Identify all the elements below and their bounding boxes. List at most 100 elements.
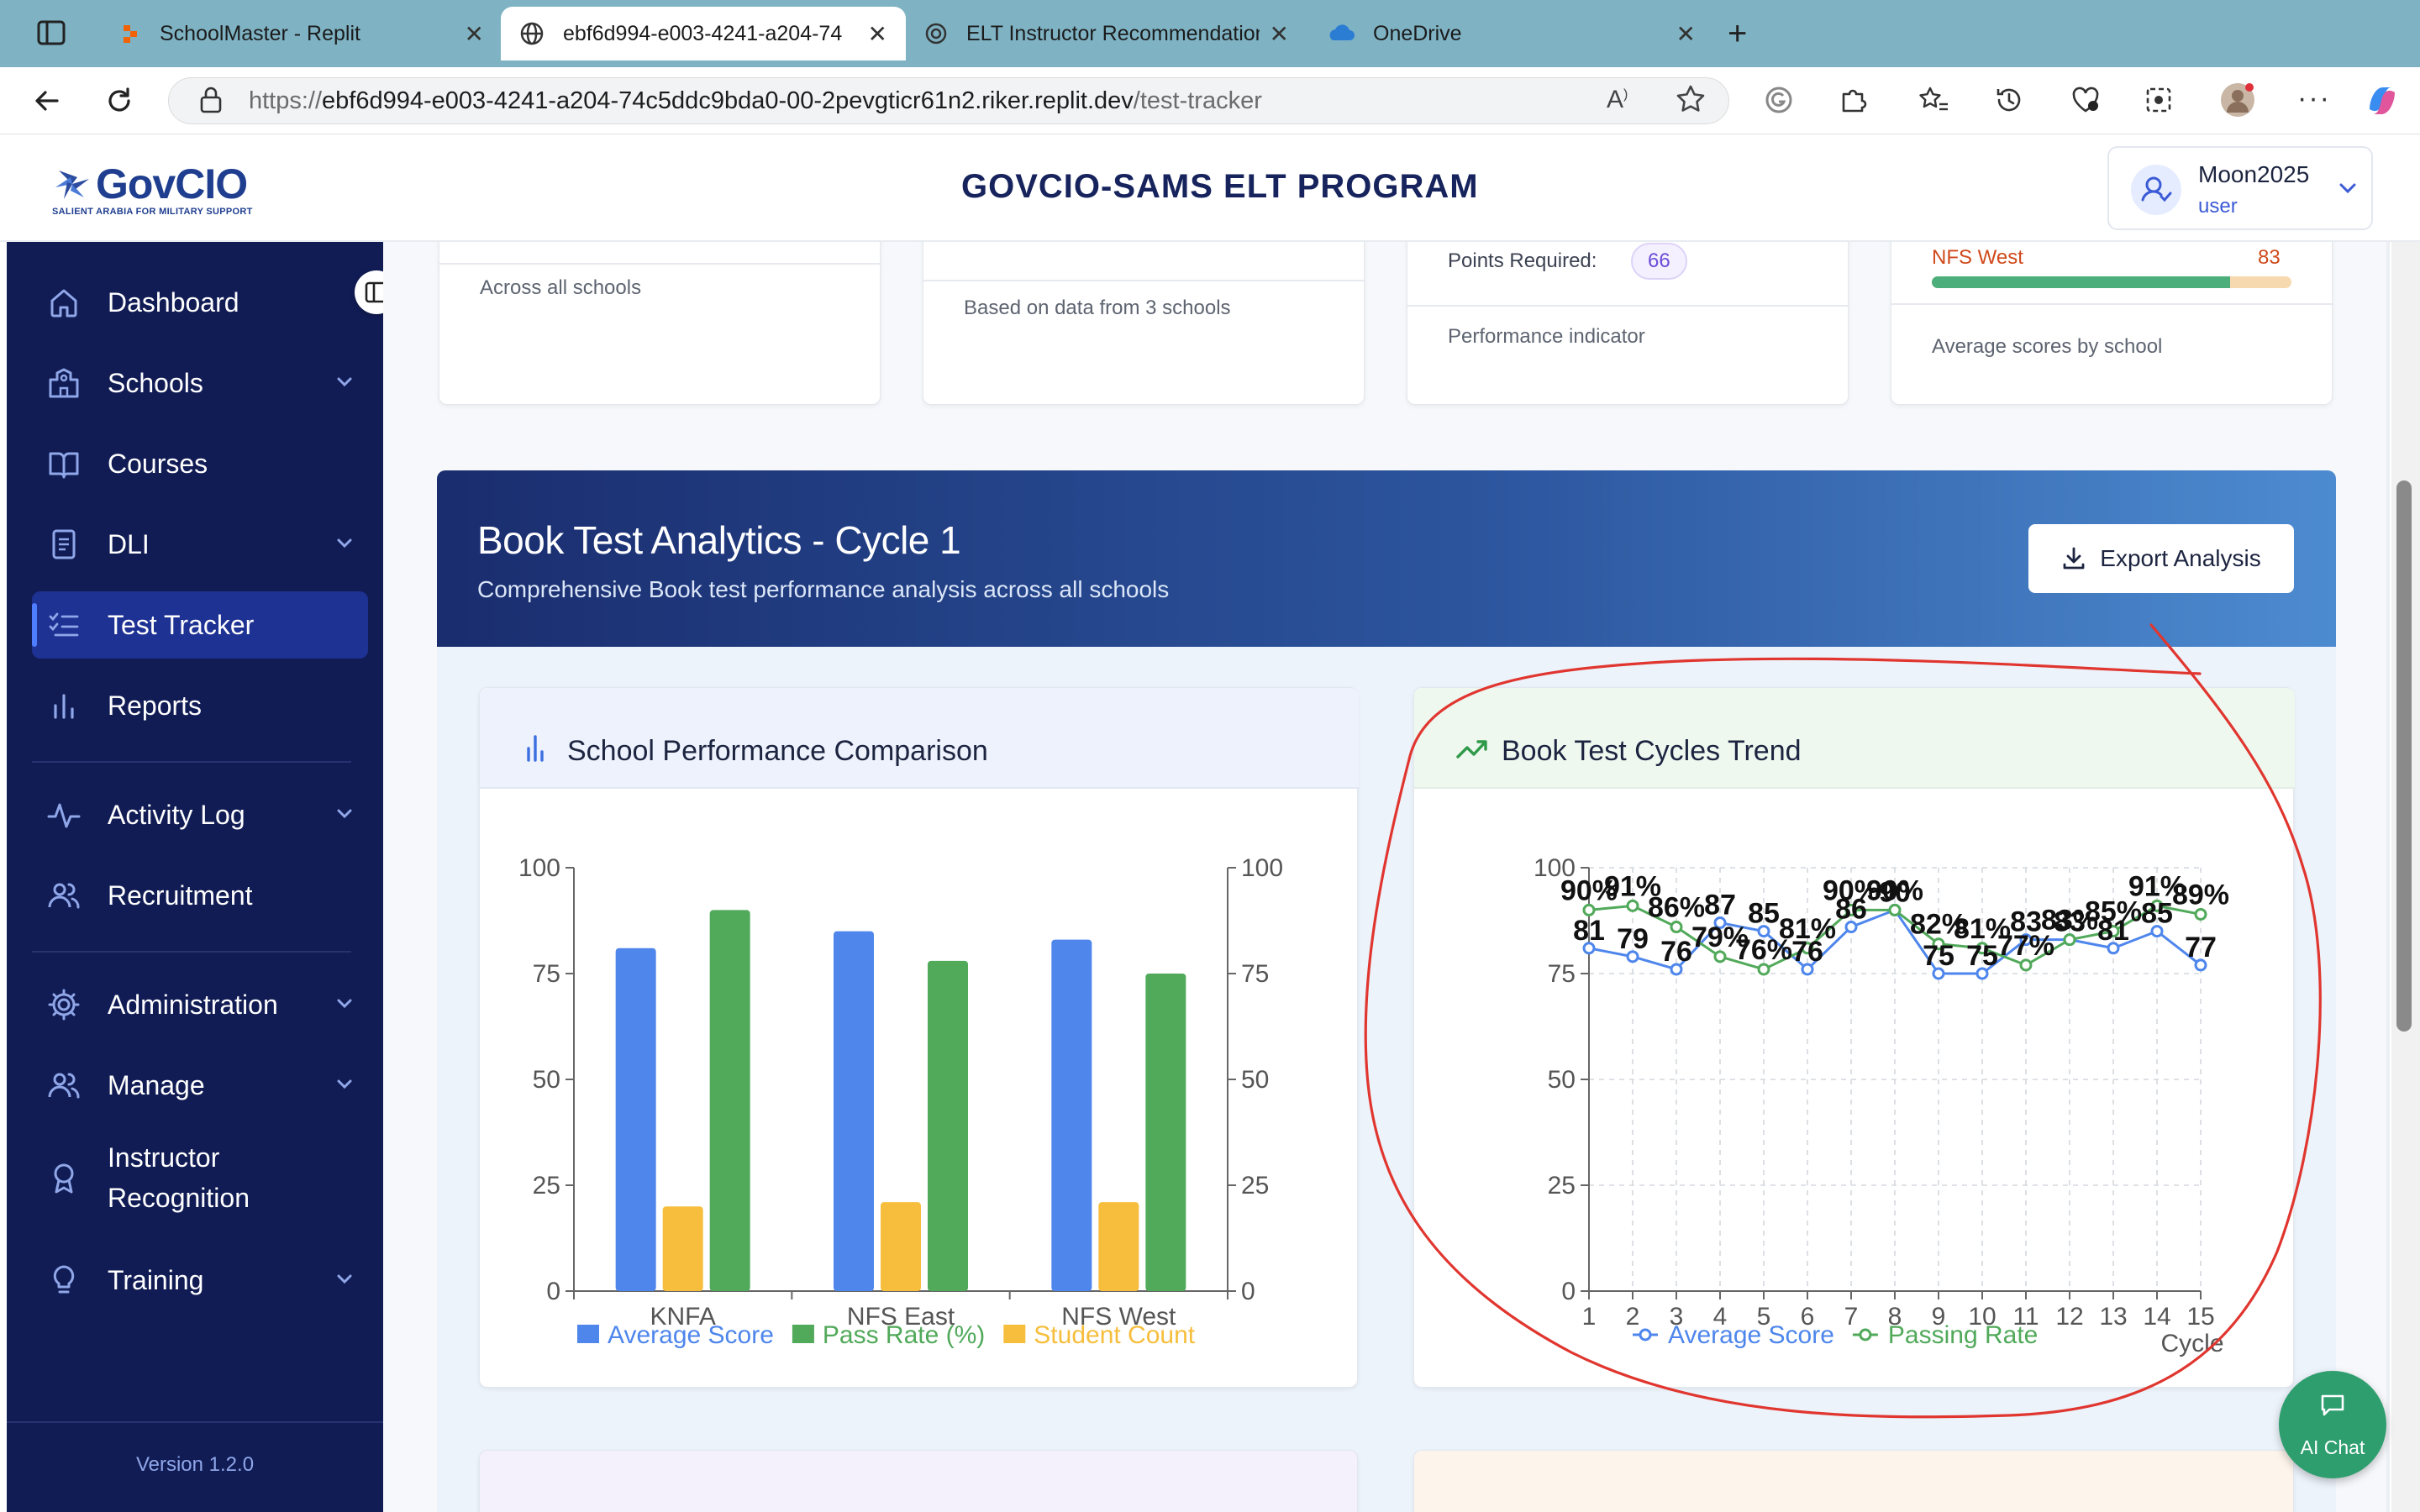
stat-card-average: Across all schools (439, 242, 881, 405)
legend-label: Pass Rate (%) (823, 1321, 985, 1349)
sidebar-item-courses[interactable]: Courses (32, 430, 368, 497)
y-tick-label: 25 (533, 1172, 560, 1200)
tab-elt-instructor[interactable]: ELT Instructor Recommendation ✕ (906, 7, 1307, 60)
browser-tab-bar: SchoolMaster - Replit ✕ ebf6d994-e003-42… (0, 0, 2420, 67)
stat-card-pass-rate: Based on data from 3 schools (923, 242, 1365, 405)
close-tab-icon[interactable]: ✕ (868, 20, 887, 48)
close-tab-icon[interactable]: ✕ (1270, 20, 1289, 48)
sidebar-item-dashboard[interactable]: Dashboard (32, 269, 368, 336)
sidebar-item-training[interactable]: Training (32, 1247, 368, 1314)
export-analysis-button[interactable]: Export Analysis (2028, 524, 2294, 593)
y-tick-label-right: 0 (1241, 1278, 1255, 1305)
progress-fill (1932, 276, 2231, 288)
close-tab-icon[interactable]: ✕ (1676, 20, 1696, 48)
home-icon (44, 286, 84, 319)
govcio-logo[interactable]: GovCIO SALIENT ARABIA FOR MILITARY SUPPO… (52, 160, 253, 217)
page-title: GOVCIO-SAMS ELT PROGRAM (961, 168, 1479, 205)
school-score: 83 (2258, 246, 2281, 269)
sidebar-item-label: Schools (108, 367, 203, 398)
analytics-subtitle: Comprehensive Book test performance anal… (477, 576, 1170, 602)
url-text[interactable]: https://ebf6d994-e003-4241-a204-74c5ddc9… (249, 87, 1262, 115)
openai-icon (924, 22, 948, 45)
sidebar-item-schools[interactable]: Schools (32, 349, 368, 417)
close-tab-icon[interactable]: ✕ (465, 20, 484, 48)
chevron-down-icon (2338, 181, 2358, 195)
bar-student-count (1098, 1202, 1139, 1291)
grammarly-icon[interactable] (1765, 86, 1793, 114)
legend-swatch (577, 1325, 599, 1343)
new-tab-icon[interactable]: + (1728, 15, 1747, 53)
tab-title: SchoolMaster - Replit (160, 21, 360, 45)
sidebar-divider (7, 1421, 383, 1423)
analytics-title: Book Test Analytics - Cycle 1 (477, 518, 961, 562)
stat-card-school-scores: NFS West 83 Average scores by school (1891, 242, 2333, 405)
y-tick-label-right: 25 (1241, 1172, 1269, 1200)
y-tick-label: 0 (546, 1278, 560, 1305)
reload-icon[interactable] (104, 86, 134, 116)
bar-student-count (881, 1202, 921, 1291)
bar-average-score (615, 948, 656, 1291)
bar-average-score (834, 931, 874, 1291)
back-icon[interactable] (32, 86, 62, 116)
document-icon (44, 528, 84, 561)
sidebar-item-instructor-recognition[interactable]: Instructor Recognition (32, 1131, 368, 1225)
sidebar-item-label: DLI (108, 528, 150, 559)
more-options-icon[interactable]: ··· (2297, 82, 2331, 115)
points-required-badge: 66 (1631, 243, 1687, 280)
logo-mark-icon (52, 165, 92, 202)
legend-label: Student Count (1034, 1321, 1195, 1349)
chevron-down-icon (334, 371, 355, 391)
sidebar-item-activity-log[interactable]: Activity Log (32, 781, 368, 848)
y-tick-label: 100 (518, 854, 560, 882)
bar-chart: 0 025 2550 5075 75100 100KNFA NFS East NFS West… (518, 854, 1283, 1349)
scrollbar-track[interactable] (2386, 242, 2390, 1512)
tab-onedrive[interactable]: OneDrive ✕ (1307, 7, 1714, 60)
sidebar-item-label: Dashboard (108, 286, 239, 318)
browser-essentials-icon[interactable] (2070, 86, 2101, 114)
sidebar-divider (32, 761, 351, 763)
annotation-circle (1364, 623, 2322, 1419)
sidebar-item-administration[interactable]: Administration (32, 971, 368, 1038)
legend-label: Average Score (608, 1321, 774, 1349)
next-card-right (1413, 1450, 2294, 1512)
onedrive-icon (1326, 24, 1355, 44)
sidebar-item-reports[interactable]: Reports (32, 672, 368, 739)
favorite-star-icon[interactable] (1676, 84, 1706, 114)
user-role: user (2198, 195, 2238, 218)
favorites-icon[interactable] (1919, 86, 1949, 114)
card-footer-text: Average scores by school (1932, 335, 2163, 358)
ai-chat-button[interactable]: AI Chat (2279, 1371, 2386, 1478)
lock-icon[interactable] (198, 86, 224, 114)
tab-schoolmaster[interactable]: SchoolMaster - Replit ✕ (101, 7, 502, 60)
user-menu[interactable]: Moon2025 user (2107, 146, 2373, 230)
chevron-down-icon (334, 533, 355, 553)
sidebar-item-recruitment[interactable]: Recruitment (32, 862, 368, 929)
sidebar-item-label: Training (108, 1264, 204, 1295)
screenshot-icon[interactable] (2144, 86, 2173, 114)
sidebar-item-test-tracker[interactable]: Test Tracker (32, 591, 368, 659)
page-scrollbar[interactable] (2391, 242, 2420, 1512)
checklist-icon (44, 608, 84, 642)
sidebar-item-dli[interactable]: DLI (32, 511, 368, 578)
copilot-icon[interactable] (2363, 82, 2402, 119)
bar-pass-rate- (1145, 974, 1186, 1291)
lightbulb-icon (44, 1263, 84, 1297)
extensions-icon[interactable] (1839, 86, 1867, 114)
profile-avatar-icon[interactable] (2218, 81, 2257, 119)
tab-active[interactable]: ebf6d994-e003-4241-a204-74 ✕ (501, 7, 906, 60)
scrollbar-thumb[interactable] (2396, 480, 2412, 1032)
card-divider (1407, 305, 1849, 307)
sidebar-item-manage[interactable]: Manage (32, 1052, 368, 1119)
school-performance-card: School Performance Comparison 0 0 25 25 50 50… (479, 687, 1359, 1388)
app-header: GovCIO SALIENT ARABIA FOR MILITARY SUPPO… (0, 134, 2420, 242)
sidebar-item-label: Activity Log (108, 799, 245, 830)
chevron-down-icon (334, 803, 355, 823)
card-footer-text: Across all schools (480, 276, 642, 299)
sidebar-item-label: Reports (108, 690, 203, 721)
history-icon[interactable] (1995, 86, 2023, 114)
y-tick-label-right: 100 (1241, 854, 1283, 882)
school-name: NFS West (1932, 246, 2023, 269)
card-divider (439, 263, 881, 265)
sidebar-toggle-icon[interactable] (37, 20, 66, 45)
read-aloud-icon[interactable]: A) (1607, 86, 1628, 114)
